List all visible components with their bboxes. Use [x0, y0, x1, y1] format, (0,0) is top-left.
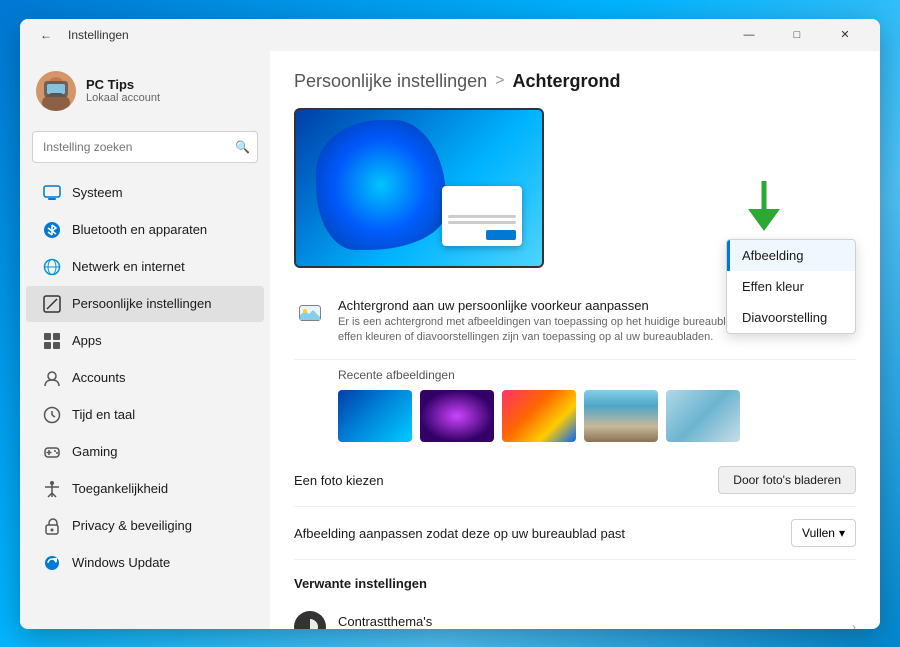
sidebar-item-gaming[interactable]: Gaming [26, 434, 264, 470]
dropdown-container: AfbeeldingEffen kleurDiavoorstelling [726, 239, 856, 334]
gaming-label: Gaming [72, 444, 118, 459]
main-content: Persoonlijke instellingen > Achtergrond [270, 51, 880, 629]
related-section: Verwante instellingen Contrastthema's Kl… [294, 576, 856, 628]
recent-img-1[interactable] [338, 390, 412, 442]
green-arrow-icon [748, 181, 780, 239]
breadcrumb: Persoonlijke instellingen > Achtergrond [294, 71, 856, 92]
dialog-line-2 [448, 221, 516, 224]
recent-img-4[interactable] [584, 390, 658, 442]
related-items-list: Contrastthema's Kleurenthema's voor slec… [294, 599, 856, 628]
wallpaper-preview [294, 108, 544, 268]
titlebar: ← Instellingen — □ ✕ [20, 19, 880, 51]
related-item-icon [294, 611, 326, 628]
sidebar: PC Tips Lokaal account 🔍 Systeem Bluetoot… [20, 51, 270, 629]
toegankelijkheid-icon [42, 479, 62, 499]
privacy-label: Privacy & beveiliging [72, 518, 192, 533]
browse-photos-button[interactable]: Door foto's bladeren [718, 466, 856, 494]
fit-row: Afbeelding aanpassen zodat deze op uw bu… [294, 507, 856, 560]
dialog-line-1 [448, 215, 516, 218]
related-item-chevron-icon: › [852, 620, 856, 628]
related-item-title: Contrastthema's [338, 614, 852, 629]
sidebar-item-systeem[interactable]: Systeem [26, 175, 264, 211]
netwerk-label: Netwerk en internet [72, 259, 185, 274]
nav-list: Systeem Bluetooth en apparaten Netwerk en … [20, 175, 270, 581]
bluetooth-icon [42, 220, 62, 240]
tijd-icon [42, 405, 62, 425]
minimize-button[interactable]: — [726, 19, 772, 51]
related-item-text: Contrastthema's Kleurenthema's voor slec… [338, 614, 852, 629]
user-profile: PC Tips Lokaal account [20, 59, 270, 123]
persoonlijk-icon [42, 294, 62, 314]
systeem-icon [42, 183, 62, 203]
window-title: Instellingen [68, 28, 726, 42]
dropdown-item-effen-kleur[interactable]: Effen kleur [727, 271, 855, 302]
sidebar-item-accounts[interactable]: Accounts [26, 360, 264, 396]
netwerk-icon [42, 257, 62, 277]
dropdown-item-diavoorstelling[interactable]: Diavoorstelling [727, 302, 855, 333]
apps-label: Apps [72, 333, 102, 348]
sidebar-item-toegankelijkheid[interactable]: Toegankelijkheid [26, 471, 264, 507]
related-item-contrastthema-s[interactable]: Contrastthema's Kleurenthema's voor slec… [294, 599, 856, 628]
dialog-button-shape [486, 230, 516, 240]
breadcrumb-separator: > [495, 72, 504, 90]
close-button[interactable]: ✕ [822, 19, 868, 51]
apps-icon [42, 331, 62, 351]
bluetooth-label: Bluetooth en apparaten [72, 222, 207, 237]
toegankelijkheid-label: Toegankelijkheid [72, 481, 168, 496]
recent-img-5[interactable] [666, 390, 740, 442]
recent-section: Recente afbeeldingen [294, 360, 856, 454]
recent-img-3[interactable] [502, 390, 576, 442]
dialog-lines [448, 215, 516, 224]
search-box: 🔍 [32, 131, 258, 163]
back-button[interactable]: ← [32, 21, 60, 49]
preview-dialog-box [442, 186, 522, 246]
fit-value: Vullen [802, 526, 835, 540]
fit-chevron-icon: ▾ [839, 526, 845, 540]
update-label: Windows Update [72, 555, 170, 570]
fit-select[interactable]: Vullen ▾ [791, 519, 856, 547]
user-name: PC Tips [86, 77, 160, 92]
fit-label: Afbeelding aanpassen zodat deze op uw bu… [294, 526, 791, 541]
dropdown-item-afbeelding[interactable]: Afbeelding [727, 240, 855, 271]
recent-img-2[interactable] [420, 390, 494, 442]
background-type-dropdown[interactable]: AfbeeldingEffen kleurDiavoorstelling [726, 239, 856, 334]
sidebar-item-bluetooth[interactable]: Bluetooth en apparaten [26, 212, 264, 248]
window-controls: — □ ✕ [726, 19, 868, 51]
sidebar-item-tijd[interactable]: Tijd en taal [26, 397, 264, 433]
photo-chooser-row: Een foto kiezen Door foto's bladeren [294, 454, 856, 507]
accounts-icon [42, 368, 62, 388]
user-info: PC Tips Lokaal account [86, 77, 160, 104]
preview-flower-shape [316, 120, 446, 250]
search-icon: 🔍 [235, 140, 250, 154]
content-area: PC Tips Lokaal account 🔍 Systeem Bluetoot… [20, 51, 880, 629]
preview-wallpaper-bg [296, 110, 542, 266]
breadcrumb-parent: Persoonlijke instellingen [294, 71, 487, 92]
related-title: Verwante instellingen [294, 576, 856, 591]
settings-window: ← Instellingen — □ ✕ [20, 19, 880, 629]
sidebar-item-apps[interactable]: Apps [26, 323, 264, 359]
update-icon [42, 553, 62, 573]
avatar [36, 71, 76, 111]
background-icon [294, 298, 326, 330]
sidebar-item-privacy[interactable]: Privacy & beveiliging [26, 508, 264, 544]
persoonlijk-label: Persoonlijke instellingen [72, 296, 211, 311]
maximize-button[interactable]: □ [774, 19, 820, 51]
photo-label: Een foto kiezen [294, 473, 718, 488]
sidebar-item-update[interactable]: Windows Update [26, 545, 264, 581]
systeem-label: Systeem [72, 185, 123, 200]
search-input[interactable] [32, 131, 258, 163]
dropdown-items: AfbeeldingEffen kleurDiavoorstelling [727, 240, 855, 333]
sidebar-item-netwerk[interactable]: Netwerk en internet [26, 249, 264, 285]
recent-images [338, 390, 856, 442]
breadcrumb-current: Achtergrond [512, 71, 620, 92]
recent-label: Recente afbeeldingen [338, 368, 856, 382]
gaming-icon [42, 442, 62, 462]
tijd-label: Tijd en taal [72, 407, 135, 422]
user-type: Lokaal account [86, 92, 160, 104]
sidebar-item-persoonlijk[interactable]: Persoonlijke instellingen [26, 286, 264, 322]
privacy-icon [42, 516, 62, 536]
accounts-label: Accounts [72, 370, 125, 385]
